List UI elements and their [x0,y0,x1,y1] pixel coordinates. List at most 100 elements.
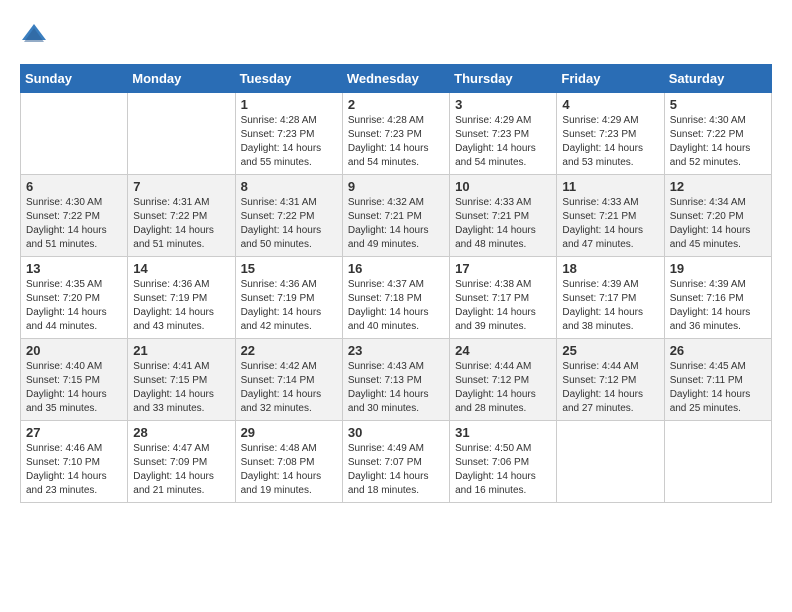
day-info: Sunrise: 4:34 AM Sunset: 7:20 PM Dayligh… [670,196,766,252]
day-number: 31 [455,425,551,440]
day-info: Sunrise: 4:28 AM Sunset: 7:23 PM Dayligh… [348,114,444,170]
weekday-header-monday: Monday [128,65,235,93]
day-info: Sunrise: 4:50 AM Sunset: 7:06 PM Dayligh… [455,442,551,498]
day-info: Sunrise: 4:35 AM Sunset: 7:20 PM Dayligh… [26,278,122,334]
day-info: Sunrise: 4:47 AM Sunset: 7:09 PM Dayligh… [133,442,229,498]
day-number: 17 [455,261,551,276]
logo [20,20,52,48]
calendar-week-5: 27Sunrise: 4:46 AM Sunset: 7:10 PM Dayli… [21,421,772,503]
day-info: Sunrise: 4:36 AM Sunset: 7:19 PM Dayligh… [241,278,337,334]
calendar-cell: 14 Sunrise: 4:36 AM Sunset: 7:19 PM Dayli… [128,257,235,339]
calendar-cell: 22 Sunrise: 4:42 AM Sunset: 7:14 PM Dayli… [235,339,342,421]
day-number: 24 [455,343,551,358]
calendar-cell: 3 Sunrise: 4:29 AM Sunset: 7:23 PM Daylig… [450,93,557,175]
day-number: 16 [348,261,444,276]
day-number: 23 [348,343,444,358]
day-number: 19 [670,261,766,276]
day-number: 5 [670,97,766,112]
weekday-header-saturday: Saturday [664,65,771,93]
logo-icon [20,20,48,48]
weekday-header-tuesday: Tuesday [235,65,342,93]
day-info: Sunrise: 4:31 AM Sunset: 7:22 PM Dayligh… [133,196,229,252]
calendar-cell: 12 Sunrise: 4:34 AM Sunset: 7:20 PM Dayli… [664,175,771,257]
calendar-cell [664,421,771,503]
calendar-week-1: 1 Sunrise: 4:28 AM Sunset: 7:23 PM Daylig… [21,93,772,175]
day-number: 7 [133,179,229,194]
day-info: Sunrise: 4:30 AM Sunset: 7:22 PM Dayligh… [670,114,766,170]
day-number: 15 [241,261,337,276]
day-number: 9 [348,179,444,194]
day-number: 8 [241,179,337,194]
day-number: 29 [241,425,337,440]
calendar-cell: 26 Sunrise: 4:45 AM Sunset: 7:11 PM Dayli… [664,339,771,421]
calendar-cell: 1 Sunrise: 4:28 AM Sunset: 7:23 PM Daylig… [235,93,342,175]
calendar-cell: 24 Sunrise: 4:44 AM Sunset: 7:12 PM Dayli… [450,339,557,421]
calendar-cell: 2 Sunrise: 4:28 AM Sunset: 7:23 PM Daylig… [342,93,449,175]
calendar-cell [557,421,664,503]
calendar-cell: 18Sunrise: 4:39 AM Sunset: 7:17 PM Dayli… [557,257,664,339]
calendar-cell: 23 Sunrise: 4:43 AM Sunset: 7:13 PM Dayli… [342,339,449,421]
calendar-cell: 20 Sunrise: 4:40 AM Sunset: 7:15 PM Dayli… [21,339,128,421]
day-info: Sunrise: 4:40 AM Sunset: 7:15 PM Dayligh… [26,360,122,416]
calendar-cell: 31 Sunrise: 4:50 AM Sunset: 7:06 PM Dayli… [450,421,557,503]
day-number: 11 [562,179,658,194]
day-number: 14 [133,261,229,276]
calendar-cell [128,93,235,175]
calendar-cell: 7 Sunrise: 4:31 AM Sunset: 7:22 PM Daylig… [128,175,235,257]
calendar-cell: 28Sunrise: 4:47 AM Sunset: 7:09 PM Dayli… [128,421,235,503]
calendar-cell: 13 Sunrise: 4:35 AM Sunset: 7:20 PM Dayli… [21,257,128,339]
day-number: 27 [26,425,122,440]
calendar-week-2: 6Sunrise: 4:30 AM Sunset: 7:22 PM Daylig… [21,175,772,257]
calendar-cell: 25 Sunrise: 4:44 AM Sunset: 7:12 PM Dayli… [557,339,664,421]
calendar-cell: 30Sunrise: 4:49 AM Sunset: 7:07 PM Dayli… [342,421,449,503]
weekday-header-sunday: Sunday [21,65,128,93]
weekday-header-wednesday: Wednesday [342,65,449,93]
day-info: Sunrise: 4:44 AM Sunset: 7:12 PM Dayligh… [455,360,551,416]
calendar-cell: 5 Sunrise: 4:30 AM Sunset: 7:22 PM Daylig… [664,93,771,175]
day-info: Sunrise: 4:48 AM Sunset: 7:08 PM Dayligh… [241,442,337,498]
day-number: 21 [133,343,229,358]
day-info: Sunrise: 4:38 AM Sunset: 7:17 PM Dayligh… [455,278,551,334]
day-number: 12 [670,179,766,194]
day-info: Sunrise: 4:43 AM Sunset: 7:13 PM Dayligh… [348,360,444,416]
calendar-cell: 6Sunrise: 4:30 AM Sunset: 7:22 PM Daylig… [21,175,128,257]
day-info: Sunrise: 4:30 AM Sunset: 7:22 PM Dayligh… [26,196,122,252]
day-number: 22 [241,343,337,358]
day-info: Sunrise: 4:33 AM Sunset: 7:21 PM Dayligh… [455,196,551,252]
day-info: Sunrise: 4:36 AM Sunset: 7:19 PM Dayligh… [133,278,229,334]
day-info: Sunrise: 4:28 AM Sunset: 7:23 PM Dayligh… [241,114,337,170]
day-number: 20 [26,343,122,358]
calendar-cell: 27Sunrise: 4:46 AM Sunset: 7:10 PM Dayli… [21,421,128,503]
calendar-cell: 8 Sunrise: 4:31 AM Sunset: 7:22 PM Daylig… [235,175,342,257]
calendar-cell: 19 Sunrise: 4:39 AM Sunset: 7:16 PM Dayli… [664,257,771,339]
calendar-cell: 16 Sunrise: 4:37 AM Sunset: 7:18 PM Dayli… [342,257,449,339]
day-info: Sunrise: 4:42 AM Sunset: 7:14 PM Dayligh… [241,360,337,416]
day-number: 13 [26,261,122,276]
day-info: Sunrise: 4:29 AM Sunset: 7:23 PM Dayligh… [455,114,551,170]
calendar-week-4: 20 Sunrise: 4:40 AM Sunset: 7:15 PM Dayli… [21,339,772,421]
calendar-cell [21,93,128,175]
day-info: Sunrise: 4:32 AM Sunset: 7:21 PM Dayligh… [348,196,444,252]
calendar-table: SundayMondayTuesdayWednesdayThursdayFrid… [20,64,772,503]
day-info: Sunrise: 4:45 AM Sunset: 7:11 PM Dayligh… [670,360,766,416]
day-number: 4 [562,97,658,112]
day-number: 2 [348,97,444,112]
day-number: 30 [348,425,444,440]
day-info: Sunrise: 4:29 AM Sunset: 7:23 PM Dayligh… [562,114,658,170]
day-number: 18 [562,261,658,276]
calendar-week-3: 13 Sunrise: 4:35 AM Sunset: 7:20 PM Dayli… [21,257,772,339]
calendar-cell: 29 Sunrise: 4:48 AM Sunset: 7:08 PM Dayli… [235,421,342,503]
day-info: Sunrise: 4:31 AM Sunset: 7:22 PM Dayligh… [241,196,337,252]
day-number: 3 [455,97,551,112]
day-number: 1 [241,97,337,112]
day-number: 26 [670,343,766,358]
day-number: 25 [562,343,658,358]
calendar-header-row: SundayMondayTuesdayWednesdayThursdayFrid… [21,65,772,93]
calendar-cell: 11Sunrise: 4:33 AM Sunset: 7:21 PM Dayli… [557,175,664,257]
calendar-cell: 9 Sunrise: 4:32 AM Sunset: 7:21 PM Daylig… [342,175,449,257]
day-info: Sunrise: 4:37 AM Sunset: 7:18 PM Dayligh… [348,278,444,334]
calendar-cell: 4 Sunrise: 4:29 AM Sunset: 7:23 PM Daylig… [557,93,664,175]
day-info: Sunrise: 4:44 AM Sunset: 7:12 PM Dayligh… [562,360,658,416]
weekday-header-thursday: Thursday [450,65,557,93]
day-info: Sunrise: 4:39 AM Sunset: 7:16 PM Dayligh… [670,278,766,334]
